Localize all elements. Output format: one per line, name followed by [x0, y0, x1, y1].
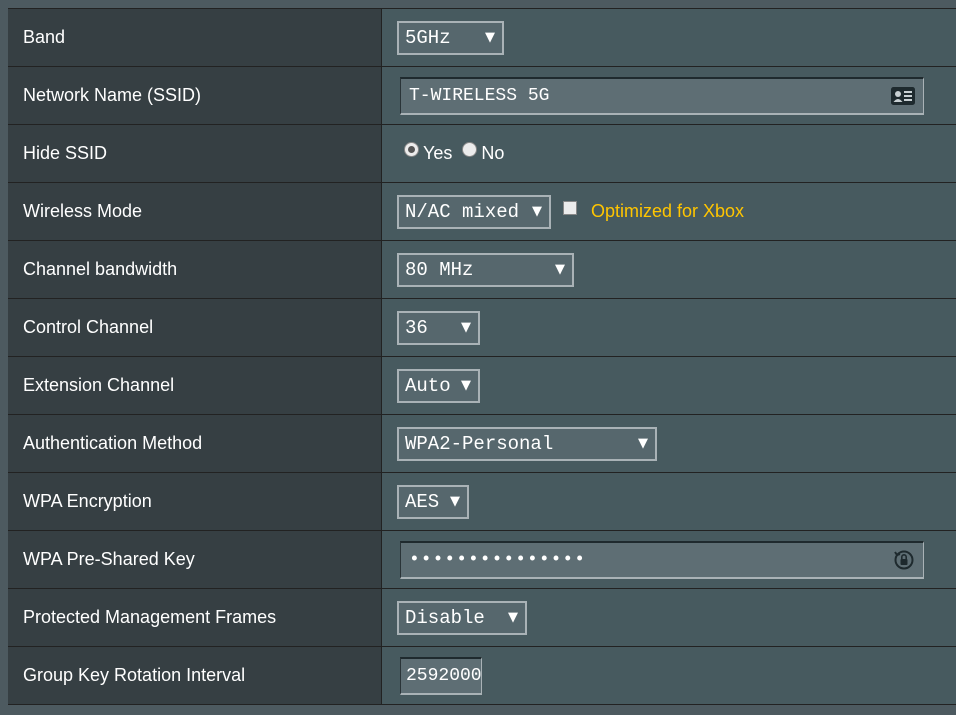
hide-ssid-no-radio[interactable] [462, 142, 478, 157]
chevron-down-icon: ▼ [555, 262, 565, 277]
group-key-label: Group Key Rotation Interval [8, 647, 382, 704]
pmf-label: Protected Management Frames [8, 589, 382, 646]
group-key-input[interactable]: 2592000 [400, 656, 482, 695]
band-select-value: 5GHz [405, 26, 451, 49]
wireless-mode-label: Wireless Mode [8, 183, 382, 240]
row-band: Band 5GHz ▼ [8, 9, 956, 67]
chevron-down-icon: ▼ [461, 320, 471, 335]
hide-ssid-yes-radio[interactable] [404, 142, 419, 157]
hide-ssid-yes-label: Yes [423, 143, 453, 163]
extension-channel-select-value: Auto [405, 374, 451, 397]
band-select[interactable]: 5GHz ▼ [397, 20, 504, 55]
row-wireless-mode: Wireless Mode N/AC mixed ▼ Optimized for… [8, 183, 956, 241]
row-control-channel: Control Channel 36 ▼ [8, 299, 956, 357]
chevron-down-icon: ▼ [485, 30, 495, 45]
row-hide-ssid: Hide SSID Yes No [8, 125, 956, 183]
id-card-icon[interactable] [891, 86, 915, 105]
xbox-optimize-checkbox[interactable] [563, 200, 577, 215]
band-label: Band [8, 9, 382, 66]
control-channel-label: Control Channel [8, 299, 382, 356]
channel-bandwidth-select-value: 80 MHz [405, 258, 474, 281]
chevron-down-icon: ▼ [532, 204, 542, 219]
row-channel-bandwidth: Channel bandwidth 80 MHz ▼ [8, 241, 956, 299]
group-key-input-value: 2592000 [406, 665, 482, 686]
pmf-select[interactable]: Disable ▼ [397, 600, 527, 635]
row-wpa-encryption: WPA Encryption AES ▼ [8, 473, 956, 531]
wireless-mode-select-value: N/AC mixed [405, 200, 520, 223]
row-group-key: Group Key Rotation Interval 2592000 [8, 647, 956, 705]
extension-channel-label: Extension Channel [8, 357, 382, 414]
wpa-encryption-select[interactable]: AES ▼ [397, 484, 469, 519]
control-channel-select-value: 36 [405, 316, 428, 339]
auth-method-select-value: WPA2-Personal [405, 432, 554, 455]
pmf-select-value: Disable [405, 606, 485, 629]
xbox-optimize-label: Optimized for Xbox [591, 201, 745, 221]
auth-method-select[interactable]: WPA2-Personal ▼ [397, 426, 657, 461]
wireless-mode-select[interactable]: N/AC mixed ▼ [397, 194, 551, 229]
extension-channel-select[interactable]: Auto ▼ [397, 368, 480, 403]
ssid-label: Network Name (SSID) [8, 67, 382, 124]
hide-ssid-label: Hide SSID [8, 125, 382, 182]
ssid-input-value: T-WIRELESS 5G [409, 85, 550, 106]
chevron-down-icon: ▼ [638, 436, 648, 451]
row-auth-method: Authentication Method WPA2-Personal ▼ [8, 415, 956, 473]
channel-bandwidth-label: Channel bandwidth [8, 241, 382, 298]
password-reveal-icon[interactable] [893, 549, 915, 571]
chevron-down-icon: ▼ [450, 494, 460, 509]
ssid-input[interactable]: T-WIRELESS 5G [400, 76, 924, 115]
chevron-down-icon: ▼ [508, 610, 518, 625]
chevron-down-icon: ▼ [461, 378, 471, 393]
hide-ssid-no-label: No [481, 143, 505, 163]
psk-label: WPA Pre-Shared Key [8, 531, 382, 588]
row-extension-channel: Extension Channel Auto ▼ [8, 357, 956, 415]
auth-method-label: Authentication Method [8, 415, 382, 472]
psk-input-value: ••••••••••••••• [409, 549, 587, 570]
psk-input[interactable]: ••••••••••••••• [400, 540, 924, 579]
wireless-settings-table: Band 5GHz ▼ Network Name (SSID) T-WIRELE… [8, 8, 956, 705]
row-ssid: Network Name (SSID) T-WIRELESS 5G [8, 67, 956, 125]
wpa-encryption-label: WPA Encryption [8, 473, 382, 530]
row-pmf: Protected Management Frames Disable ▼ [8, 589, 956, 647]
channel-bandwidth-select[interactable]: 80 MHz ▼ [397, 252, 574, 287]
row-psk: WPA Pre-Shared Key ••••••••••••••• [8, 531, 956, 589]
control-channel-select[interactable]: 36 ▼ [397, 310, 480, 345]
wpa-encryption-select-value: AES [405, 490, 440, 513]
